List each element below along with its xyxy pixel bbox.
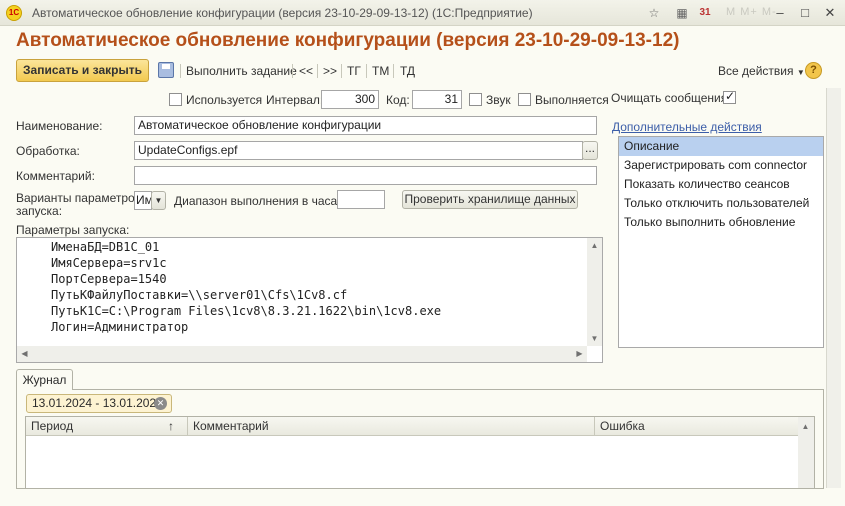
run-task-button[interactable]: Выполнить задание bbox=[186, 64, 297, 78]
toolbar-separator bbox=[292, 64, 293, 78]
prev-button[interactable]: << bbox=[299, 64, 313, 78]
code-label: Код: bbox=[386, 93, 410, 107]
td-button[interactable]: ТД bbox=[400, 64, 415, 78]
scroll-up-icon[interactable]: ▲ bbox=[798, 419, 813, 434]
tg-button[interactable]: ТГ bbox=[347, 64, 361, 78]
journal-table-header: Период ↑ Комментарий Ошибка bbox=[26, 417, 798, 436]
toolbar-separator bbox=[317, 64, 318, 78]
code-input[interactable]: 31 bbox=[412, 90, 462, 109]
additional-actions-link[interactable]: Дополнительные действия bbox=[612, 120, 762, 134]
param-line: ПутьКФайлуПоставки=\\server01\Cfs\1Cv8.c… bbox=[51, 288, 348, 302]
close-icon[interactable]: ✕ bbox=[820, 3, 840, 23]
param-line: ИменаБД=DB1C_01 bbox=[51, 240, 160, 254]
comment-label: Комментарий: bbox=[16, 169, 95, 183]
scroll-up-icon[interactable]: ▲ bbox=[587, 238, 602, 253]
variants-dropdown-icon[interactable]: ▼ bbox=[151, 191, 166, 210]
toolbar-separator bbox=[341, 64, 342, 78]
params-label: Параметры запуска: bbox=[16, 223, 130, 237]
action-item-description[interactable]: Описание bbox=[619, 137, 823, 156]
calculator-icon[interactable]: ▦ bbox=[674, 5, 690, 21]
journal-table[interactable]: Период ↑ Комментарий Ошибка ▲ bbox=[25, 416, 815, 489]
check-storage-button[interactable]: Проверить хранилище данных bbox=[402, 190, 578, 209]
scroll-down-icon[interactable]: ▼ bbox=[587, 331, 602, 346]
column-comment[interactable]: Комментарий bbox=[188, 417, 595, 436]
used-label: Используется bbox=[186, 93, 263, 107]
params-vertical-scrollbar[interactable] bbox=[587, 238, 602, 346]
running-label: Выполняется bbox=[535, 93, 609, 107]
interval-label: Интервал: bbox=[266, 93, 324, 107]
variants-label-2: запуска: bbox=[16, 204, 63, 218]
actions-list[interactable]: Описание Зарегистрировать com connector … bbox=[618, 136, 824, 348]
variants-label: Варианты параметров bbox=[16, 191, 142, 205]
star-icon[interactable]: ☆ bbox=[646, 5, 662, 21]
param-line: ПортСервера=1540 bbox=[51, 272, 167, 286]
range-label: Диапазон выполнения в часах: bbox=[174, 194, 347, 208]
save-icon[interactable] bbox=[158, 62, 174, 78]
processing-label: Обработка: bbox=[16, 144, 80, 158]
chevron-down-icon: ▼ bbox=[796, 68, 805, 77]
used-checkbox[interactable] bbox=[169, 93, 182, 106]
tab-journal[interactable]: Журнал bbox=[16, 369, 73, 390]
action-item-update-only[interactable]: Только выполнить обновление bbox=[619, 213, 823, 232]
toolbar-separator bbox=[393, 64, 394, 78]
scroll-left-icon[interactable]: ◀ bbox=[17, 346, 32, 361]
param-line: Логин=Администратор bbox=[51, 320, 189, 334]
params-horizontal-scrollbar[interactable] bbox=[17, 346, 587, 362]
app-logo-icon: 1C bbox=[6, 5, 22, 21]
next-button[interactable]: >> bbox=[323, 64, 337, 78]
window-titlebar: 1C Автоматическое обновление конфигураци… bbox=[0, 0, 845, 26]
sort-asc-icon: ↑ bbox=[168, 419, 174, 433]
range-input[interactable] bbox=[337, 190, 385, 209]
running-checkbox[interactable] bbox=[518, 93, 531, 106]
help-icon[interactable]: ? bbox=[805, 62, 822, 79]
minimize-icon[interactable]: – bbox=[770, 3, 790, 23]
interval-input[interactable]: 300 bbox=[321, 90, 379, 109]
calendar-icon[interactable]: 31 bbox=[697, 5, 713, 21]
all-actions-menu[interactable]: Все действия ▼ bbox=[718, 64, 805, 78]
name-input[interactable]: Автоматическое обновление конфигурации bbox=[134, 116, 597, 135]
processing-input[interactable]: UpdateConfigs.epf bbox=[134, 141, 583, 160]
variants-select[interactable]: Им bbox=[134, 191, 152, 210]
all-actions-label: Все действия bbox=[718, 64, 794, 78]
name-label: Наименование: bbox=[16, 119, 103, 133]
toolbar-separator bbox=[366, 64, 367, 78]
sound-label: Звук bbox=[486, 93, 511, 107]
clear-messages-label: Очищать сообщения: bbox=[611, 91, 731, 105]
sound-checkbox[interactable] bbox=[469, 93, 482, 106]
action-item-show-sessions[interactable]: Показать количество сеансов bbox=[619, 175, 823, 194]
column-error[interactable]: Ошибка bbox=[595, 417, 798, 436]
params-textarea[interactable]: ИменаБД=DB1C_01 ИмяСервера=srv1c ПортСер… bbox=[16, 237, 603, 363]
clear-filter-icon[interactable]: ✕ bbox=[154, 397, 167, 410]
param-line: ИмяСервера=srv1c bbox=[51, 256, 167, 270]
form-vertical-scrollbar[interactable] bbox=[826, 88, 841, 488]
window-title: Автоматическое обновление конфигурации (… bbox=[32, 6, 533, 20]
processing-select-button[interactable]: ... bbox=[582, 141, 598, 160]
param-line: ПутьК1С=C:\Program Files\1cv8\8.3.21.162… bbox=[51, 304, 442, 318]
toolbar-separator bbox=[180, 64, 181, 78]
tm-button[interactable]: ТМ bbox=[372, 64, 389, 78]
action-item-register-com[interactable]: Зарегистрировать com connector bbox=[619, 156, 823, 175]
save-close-button[interactable]: Записать и закрыть bbox=[16, 59, 149, 82]
column-period-label: Период bbox=[31, 419, 74, 433]
column-period[interactable]: Период ↑ bbox=[26, 417, 188, 436]
comment-input[interactable] bbox=[134, 166, 597, 185]
maximize-icon[interactable]: □ bbox=[795, 3, 815, 23]
period-filter[interactable]: 13.01.2024 - 13.01.2024 bbox=[26, 394, 172, 413]
page-title: Автоматическое обновление конфигурации (… bbox=[16, 30, 680, 51]
scroll-right-icon[interactable]: ▶ bbox=[572, 346, 587, 361]
action-item-disconnect-users[interactable]: Только отключить пользователей bbox=[619, 194, 823, 213]
clear-messages-checkbox[interactable] bbox=[723, 89, 736, 104]
